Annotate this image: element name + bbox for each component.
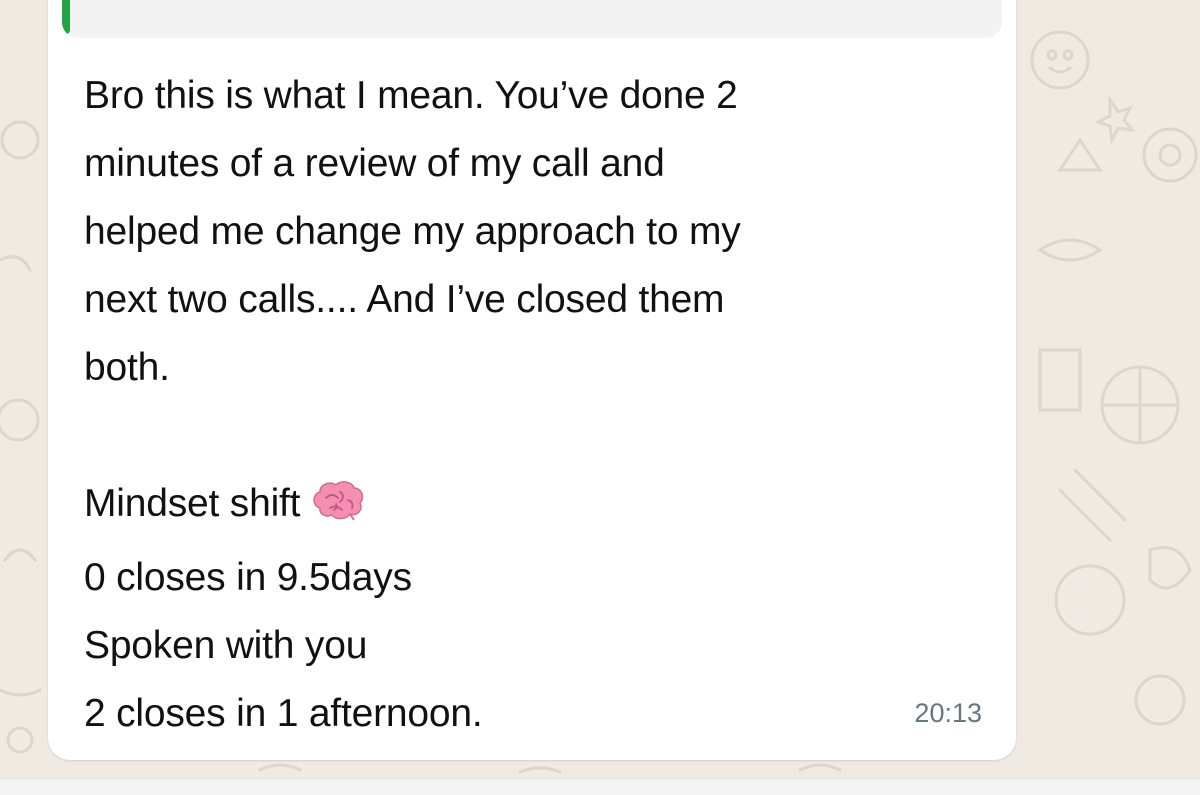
quoted-reply-preview[interactable] — [62, 0, 1002, 38]
message-line-spoken: Spoken with you — [84, 624, 368, 667]
message-text: Bro this is what I mean. You’ve done 2 m… — [84, 62, 1004, 748]
message-bubble[interactable]: Bro this is what I mean. You’ve done 2 m… — [48, 0, 1016, 760]
message-paragraph: Bro this is what I mean. You’ve done 2 m… — [84, 74, 741, 389]
message-line-two-closes: 2 closes in 1 afternoon. — [84, 692, 483, 735]
composer-edge — [0, 778, 1200, 795]
message-line-zero-closes: 0 closes in 9.5days — [84, 556, 412, 599]
message-line-mindset: Mindset shift — [84, 482, 301, 525]
quote-accent-bar — [62, 0, 70, 34]
message-timestamp: 20:13 — [914, 698, 982, 728]
brain-emoji-icon — [310, 476, 366, 544]
